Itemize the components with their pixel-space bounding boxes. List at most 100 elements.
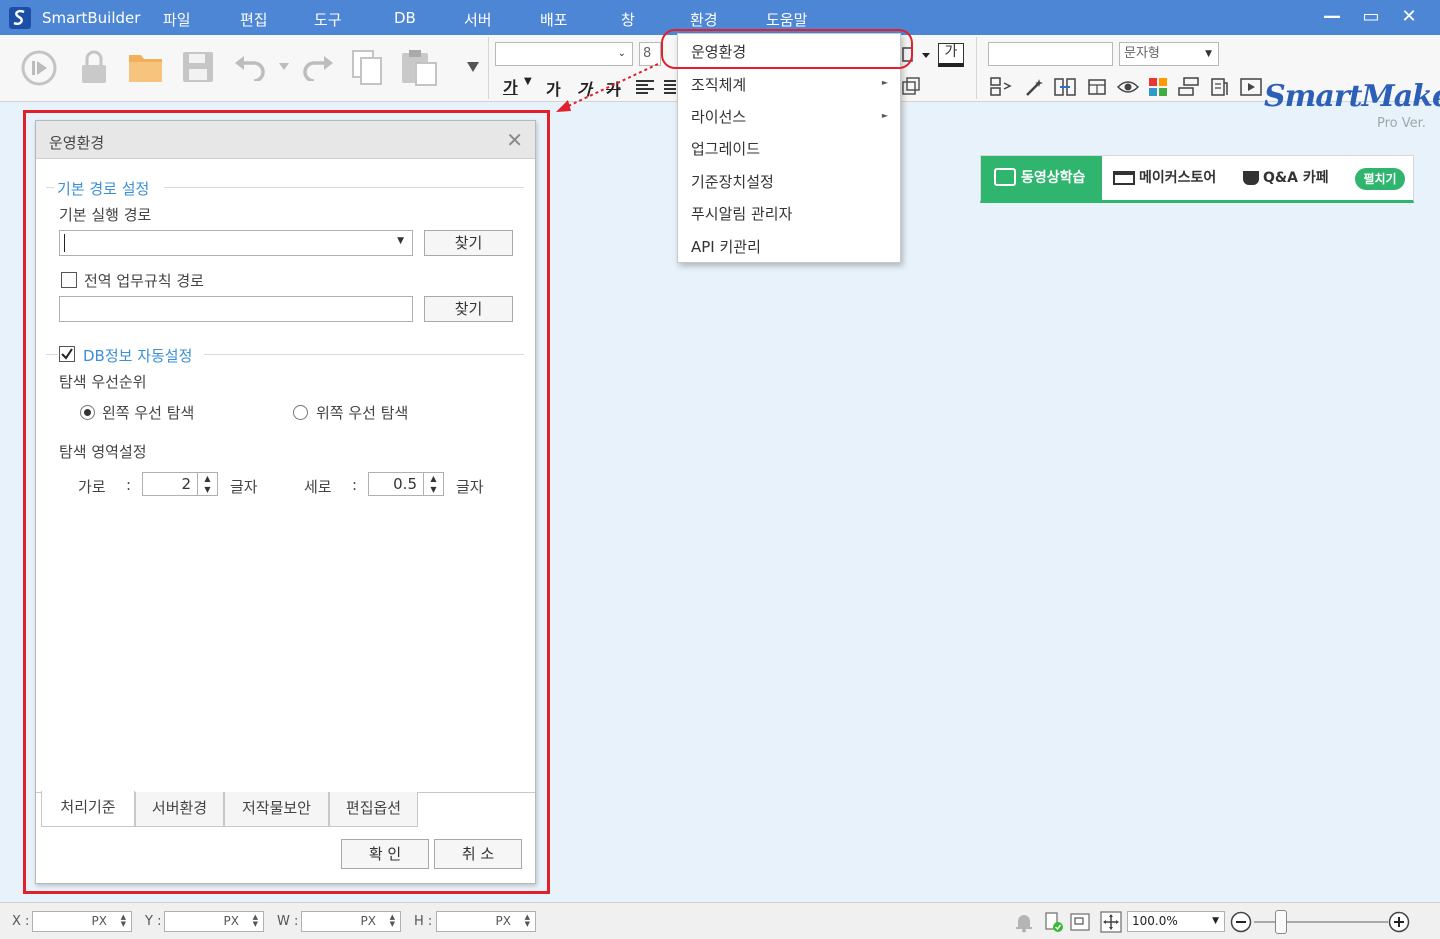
font-color-button[interactable]: 가	[503, 74, 518, 98]
preview-eye-icon[interactable]	[1117, 77, 1139, 97]
menu-deploy[interactable]: 배포	[540, 9, 568, 30]
qa-cafe-link[interactable]: Q&A 카페	[1243, 156, 1329, 201]
width-value: 2	[181, 475, 191, 493]
menu-tools[interactable]: 도구	[314, 9, 342, 30]
find-global-rule-button[interactable]: 찾기	[424, 296, 513, 322]
zoom-in-icon[interactable]	[1388, 911, 1410, 933]
dialog-header: 운영환경 ✕	[36, 121, 535, 159]
validate-icon[interactable]	[1043, 911, 1065, 933]
document-icon[interactable]	[1209, 77, 1229, 97]
zoom-value: 100.0%	[1132, 914, 1178, 928]
zoom-combo[interactable]: 100.0% ▼	[1127, 911, 1225, 932]
paste-icon[interactable]	[400, 48, 440, 86]
lock-icon[interactable]	[78, 48, 110, 86]
app-name: SmartBuilder	[42, 9, 141, 27]
x-unit: PX	[91, 914, 107, 928]
stepper-arrows-icon[interactable]: ▲ ▼	[423, 473, 443, 495]
grid-icon[interactable]	[1087, 77, 1107, 97]
stepper-arrows-icon[interactable]: ▲ ▼	[253, 914, 258, 928]
tab-order-icon[interactable]	[990, 77, 1012, 97]
stepper-arrows-icon[interactable]: ▲ ▼	[197, 473, 217, 495]
find-exec-path-button[interactable]: 찾기	[424, 230, 513, 256]
menu-item-device-settings[interactable]: 기준장치설정	[691, 171, 774, 192]
tab-copyright-security[interactable]: 저작물보안	[224, 792, 329, 827]
group-divider	[164, 187, 524, 188]
menu-item-push-manager[interactable]: 푸시알림 관리자	[691, 203, 792, 224]
x-field[interactable]: PX ▲ ▼	[32, 911, 132, 932]
magic-wand-icon[interactable]	[1024, 77, 1044, 97]
radio-left-first[interactable]	[80, 405, 95, 420]
tab-processing[interactable]: 처리기준	[41, 791, 135, 827]
save-icon[interactable]	[182, 51, 214, 83]
menu-server[interactable]: 서버	[464, 9, 492, 30]
menu-window[interactable]: 창	[621, 9, 635, 30]
char-type-combo[interactable]: 문자형 ▼	[1119, 42, 1219, 66]
menu-file[interactable]: 파일	[163, 9, 191, 30]
menu-item-upgrade[interactable]: 업그레이드	[691, 138, 760, 159]
video-learning-button[interactable]: 동영상학습	[981, 156, 1102, 201]
fit-page-icon[interactable]	[1069, 911, 1091, 933]
operation-env-dialog: 운영환경 ✕ 기본 경로 설정 기본 실행 경로 ▼ 찾기 전역 업무규칙 경로…	[35, 120, 536, 884]
global-rule-path-input[interactable]	[59, 296, 413, 322]
menu-db[interactable]: DB	[394, 9, 416, 27]
toolbar-more-icon[interactable]	[466, 61, 480, 73]
h-label: H :	[414, 914, 433, 929]
component-icon[interactable]	[1148, 77, 1168, 97]
h-field[interactable]: PX ▲ ▼	[436, 911, 536, 932]
video-icon	[994, 168, 1016, 186]
minimize-button[interactable]: —	[1317, 4, 1347, 30]
zoom-out-icon[interactable]	[1230, 911, 1252, 933]
ok-button[interactable]: 확 인	[341, 839, 429, 869]
tab-server-env[interactable]: 서버환경	[135, 792, 224, 827]
menu-item-api-keys[interactable]: API 키관리	[691, 236, 761, 257]
menu-item-license[interactable]: 라이선스	[691, 106, 746, 127]
zoom-slider-handle[interactable]	[1275, 910, 1287, 934]
close-window-button[interactable]: ✕	[1394, 4, 1424, 30]
cancel-button[interactable]: 취 소	[434, 839, 522, 869]
menu-item-org-structure[interactable]: 조직체계	[691, 74, 746, 95]
maker-store-link[interactable]: 메이커스토어	[1113, 156, 1216, 201]
width-stepper[interactable]: 2 ▲ ▼	[142, 472, 218, 496]
tab-edit-options[interactable]: 편집옵션	[329, 792, 418, 827]
app-logo-icon	[9, 7, 31, 29]
cafe-cup-icon	[1243, 171, 1259, 185]
copy-icon[interactable]	[352, 50, 384, 86]
text-caret	[64, 234, 65, 252]
db-auto-checkbox[interactable]	[59, 346, 75, 362]
text-style-button[interactable]: 가	[938, 43, 964, 67]
redo-icon[interactable]	[300, 53, 334, 81]
expand-button[interactable]: 펼치기	[1355, 168, 1405, 190]
stepper-arrows-icon[interactable]: ▲ ▼	[121, 914, 126, 928]
menu-edit[interactable]: 편집	[240, 9, 268, 30]
radio-top-first[interactable]	[293, 405, 308, 420]
submenu-arrow-icon: ►	[881, 78, 888, 87]
stepper-arrows-icon[interactable]: ▲ ▼	[525, 914, 530, 928]
pan-icon[interactable]	[1100, 911, 1122, 933]
menu-environment[interactable]: 환경	[690, 9, 718, 30]
undo-icon[interactable]	[234, 53, 292, 81]
property-input[interactable]	[988, 42, 1113, 66]
w-field[interactable]: PX ▲ ▼	[301, 911, 401, 932]
bell-icon[interactable]	[1013, 911, 1035, 933]
submenu-arrow-icon: ►	[881, 111, 888, 120]
open-folder-icon[interactable]	[128, 51, 164, 83]
layer-icon[interactable]	[902, 77, 920, 95]
radio-left-first-label: 왼쪽 우선 탐색	[102, 404, 195, 422]
font-color-dropdown-icon[interactable]: ▼	[524, 76, 532, 87]
layout-icon[interactable]	[1178, 77, 1200, 97]
height-stepper[interactable]: 0.5 ▲ ▼	[368, 472, 444, 496]
play-preview-icon[interactable]	[1240, 77, 1262, 97]
group-divider	[46, 187, 54, 188]
compare-icon[interactable]	[1054, 77, 1076, 97]
promo-bar: 동영상학습 메이커스토어 Q&A 카페 펼치기	[980, 155, 1414, 203]
toolbar-separator	[976, 37, 977, 99]
maximize-button[interactable]: ▭	[1356, 4, 1386, 30]
menu-help[interactable]: 도움말	[766, 9, 807, 30]
y-field[interactable]: PX ▲ ▼	[164, 911, 264, 932]
run-icon[interactable]	[20, 49, 58, 87]
exec-path-combo[interactable]: ▼	[59, 230, 413, 256]
exec-path-label: 기본 실행 경로	[59, 206, 152, 224]
global-rule-checkbox[interactable]	[61, 272, 77, 288]
stepper-arrows-icon[interactable]: ▲ ▼	[390, 914, 395, 928]
dialog-close-icon[interactable]: ✕	[506, 128, 523, 152]
